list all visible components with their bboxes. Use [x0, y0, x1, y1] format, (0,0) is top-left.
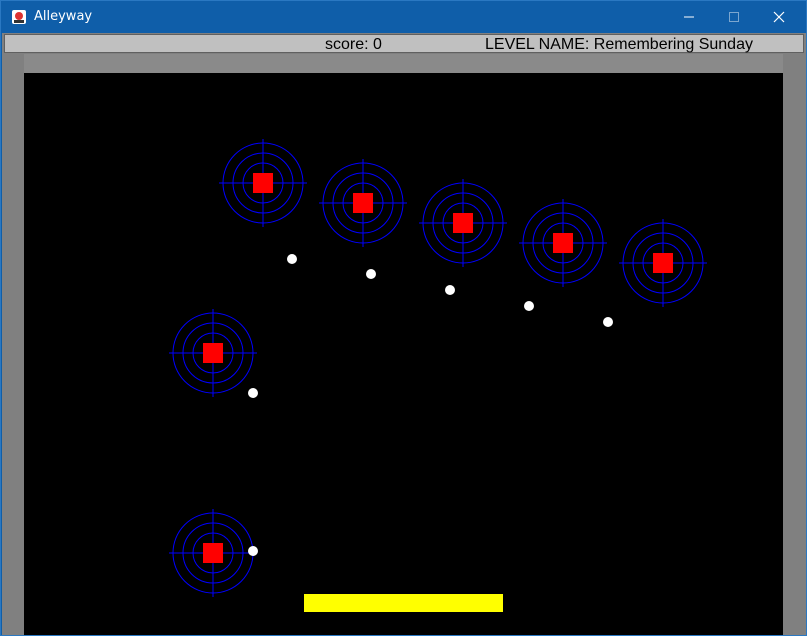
target-block [319, 159, 407, 247]
ball [603, 317, 613, 327]
minimize-button[interactable] [666, 1, 712, 33]
red-block [453, 213, 473, 233]
score-label: score: 0 [325, 36, 382, 53]
red-block [203, 543, 223, 563]
arena-canvas [169, 139, 707, 612]
level-name-label: LEVEL NAME: Remembering Sunday [485, 36, 753, 53]
ball [366, 269, 376, 279]
red-block [553, 233, 573, 253]
top-wall [24, 54, 783, 74]
target-block [219, 139, 307, 227]
maximize-button[interactable] [711, 1, 757, 33]
game-arena[interactable] [24, 73, 783, 635]
target-block [169, 309, 257, 397]
window-title: Alleyway [34, 9, 93, 24]
target-block [619, 219, 707, 307]
red-block [203, 343, 223, 363]
paddle[interactable] [304, 594, 503, 612]
close-button[interactable] [756, 1, 802, 33]
ball [248, 388, 258, 398]
red-block [353, 193, 373, 213]
target-block [419, 179, 507, 267]
ball [524, 301, 534, 311]
minimize-icon [684, 16, 694, 18]
target-block [169, 509, 257, 597]
maximize-icon [729, 12, 739, 22]
hud-bar: score: 0 LEVEL NAME: Remembering Sunday [4, 34, 804, 53]
red-block [653, 253, 673, 273]
close-icon [773, 11, 785, 23]
title-bar[interactable]: Alleyway [1, 1, 806, 33]
ball [248, 546, 258, 556]
red-block [253, 173, 273, 193]
ball [445, 285, 455, 295]
target-block [519, 199, 607, 287]
ball [287, 254, 297, 264]
game-client-area: score: 0 LEVEL NAME: Remembering Sunday [2, 33, 806, 635]
game-window: Alleyway score: 0 LEVEL NAME: Rememberin… [0, 0, 807, 636]
app-icon [12, 10, 26, 24]
